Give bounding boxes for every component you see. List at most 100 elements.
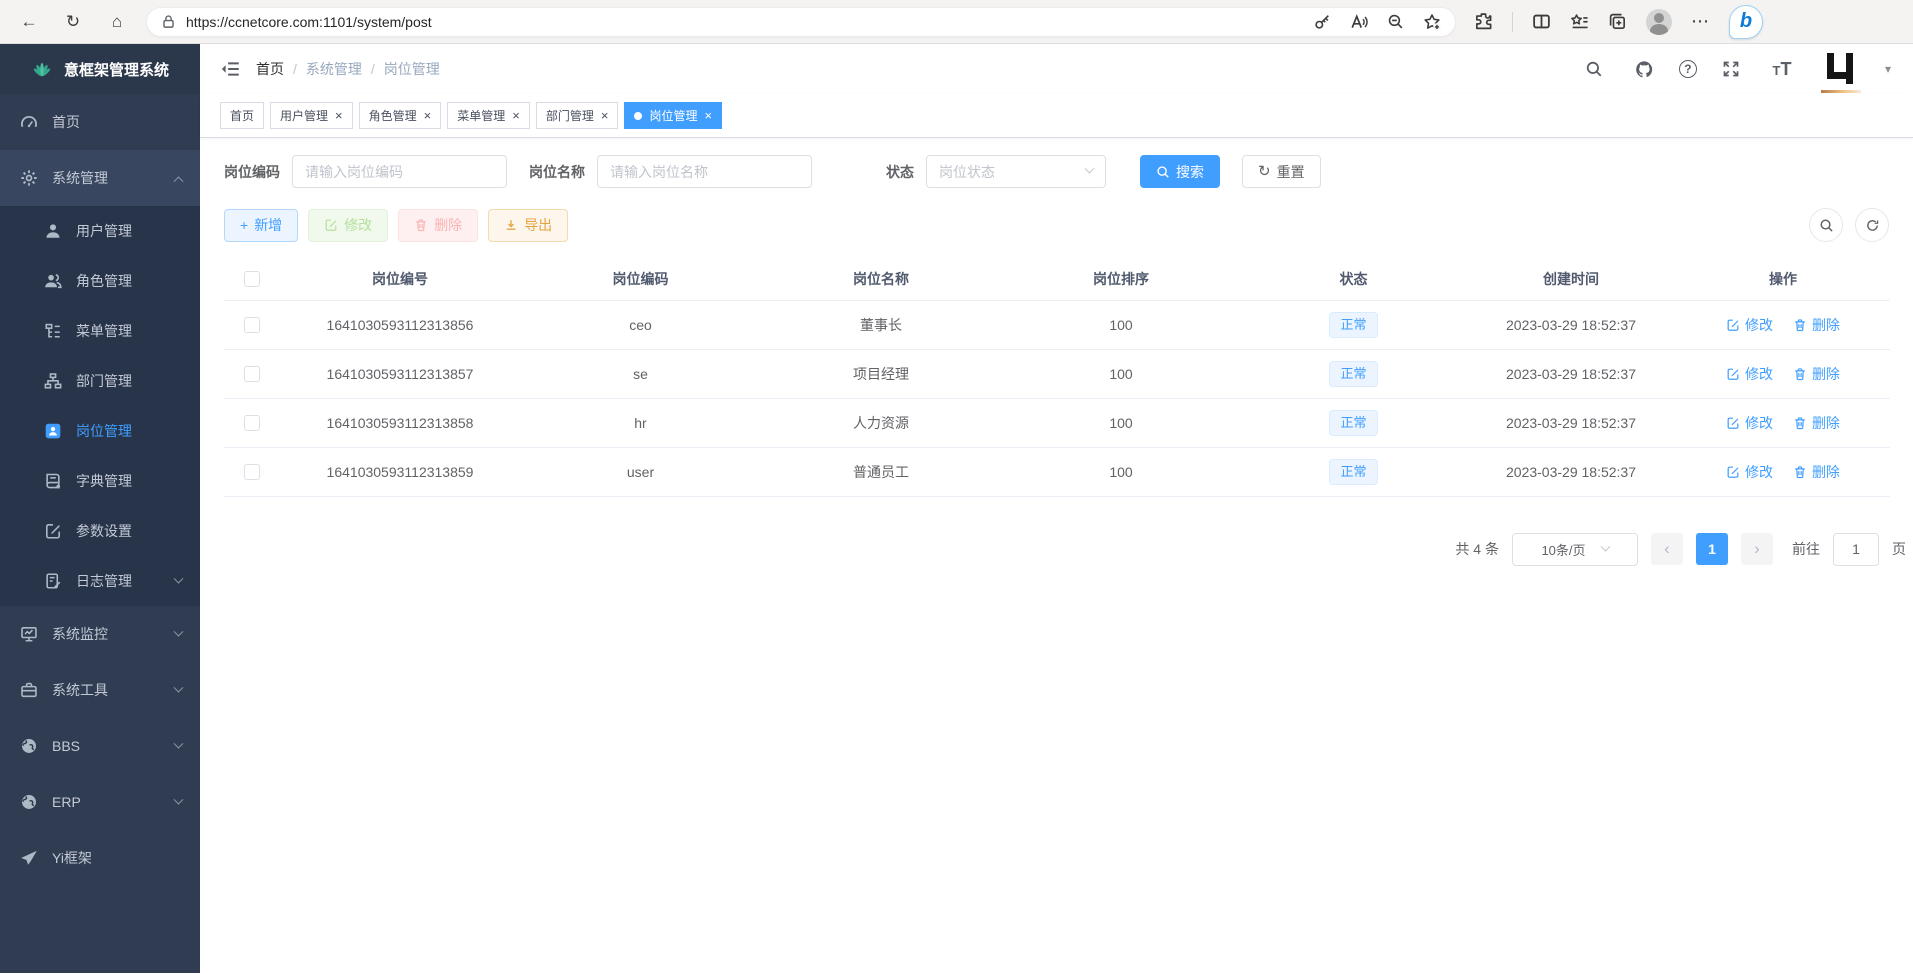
- sidebar-item-system-monitor[interactable]: 系统监控: [0, 606, 200, 662]
- sidebar-item-erp[interactable]: ERP: [0, 774, 200, 830]
- browser-home-button[interactable]: ⌂: [102, 7, 132, 37]
- browser-profile-avatar[interactable]: [1646, 9, 1672, 35]
- tab-user-management[interactable]: 用户管理×: [270, 102, 353, 129]
- tab-post-management[interactable]: 岗位管理×: [624, 102, 722, 129]
- collections-icon[interactable]: [1608, 12, 1627, 31]
- zoom-out-icon[interactable]: [1387, 13, 1404, 30]
- url-text[interactable]: https://ccnetcore.com:1101/system/post: [186, 14, 432, 30]
- row-delete-link[interactable]: 删除: [1793, 315, 1840, 335]
- address-bar[interactable]: https://ccnetcore.com:1101/system/post: [146, 7, 1456, 37]
- sidebar-item-user-management[interactable]: 用户管理: [0, 206, 200, 256]
- post-code-input[interactable]: [292, 155, 507, 188]
- row-edit-link[interactable]: 修改: [1726, 413, 1773, 433]
- status-badge: 正常: [1329, 410, 1377, 436]
- favorites-icon[interactable]: [1570, 12, 1589, 31]
- search-button[interactable]: 搜索: [1140, 155, 1220, 188]
- row-delete-link[interactable]: 删除: [1793, 364, 1840, 384]
- split-screen-icon[interactable]: [1532, 12, 1551, 31]
- tab-dept-management[interactable]: 部门管理×: [536, 102, 619, 129]
- row-checkbox[interactable]: [244, 415, 260, 431]
- column-post-name: 岗位名称: [761, 258, 1001, 300]
- header-fullscreen-button[interactable]: [1714, 52, 1748, 86]
- post-code-label: 岗位编码: [224, 162, 280, 182]
- browser-menu-icon[interactable]: ⋯: [1691, 11, 1710, 32]
- tab-label: 角色管理: [369, 107, 417, 124]
- extensions-icon[interactable]: [1474, 12, 1493, 31]
- export-button[interactable]: 导出: [488, 209, 568, 242]
- toolbar-divider: [1512, 12, 1513, 32]
- row-delete-link[interactable]: 删除: [1793, 413, 1840, 433]
- chevron-down-icon: [1085, 164, 1095, 174]
- page-content: 岗位编码 岗位名称 状态 岗位状态 搜索: [200, 138, 1913, 973]
- header-search-button[interactable]: [1577, 52, 1611, 86]
- password-key-icon[interactable]: [1314, 13, 1331, 30]
- sidebar-item-post-management[interactable]: 岗位管理: [0, 406, 200, 456]
- cell-post-name: 人力资源: [761, 398, 1001, 447]
- sidebar-item-yi-framework[interactable]: Yi框架: [0, 830, 200, 886]
- close-icon[interactable]: ×: [424, 109, 432, 122]
- close-icon[interactable]: ×: [601, 109, 609, 122]
- sidebar-item-param-settings[interactable]: 参数设置: [0, 506, 200, 556]
- goto-page-input[interactable]: [1833, 533, 1879, 566]
- breadcrumb-home[interactable]: 首页: [256, 59, 284, 79]
- cell-post-sort: 100: [1001, 447, 1241, 496]
- row-edit-link[interactable]: 修改: [1726, 315, 1773, 335]
- fullscreen-icon: [1722, 60, 1740, 78]
- sidebar-fold-icon[interactable]: [220, 59, 240, 79]
- edit-icon: [1726, 318, 1740, 332]
- sidebar-item-log-management[interactable]: 日志管理: [0, 556, 200, 606]
- post-name-input[interactable]: [597, 155, 812, 188]
- sidebar-item-dict-management[interactable]: 字典管理: [0, 456, 200, 506]
- tab-role-management[interactable]: 角色管理 ×: [359, 102, 442, 129]
- browser-refresh-button[interactable]: ↻: [58, 7, 88, 37]
- add-favorite-icon[interactable]: [1423, 13, 1441, 31]
- user-avatar[interactable]: [1822, 50, 1860, 88]
- read-aloud-icon[interactable]: [1350, 13, 1368, 31]
- page-size-select[interactable]: 10条/页: [1512, 533, 1638, 566]
- sidebar-item-menu-management[interactable]: 菜单管理: [0, 306, 200, 356]
- sidebar-item-bbs[interactable]: BBS: [0, 718, 200, 774]
- row-checkbox[interactable]: [244, 464, 260, 480]
- reset-button[interactable]: ↻ 重置: [1242, 155, 1321, 188]
- caret-down-icon[interactable]: ▾: [1885, 62, 1891, 76]
- tab-home[interactable]: 首页: [220, 102, 264, 129]
- close-icon[interactable]: ×: [512, 109, 520, 122]
- delete-button[interactable]: 删除: [398, 209, 478, 242]
- header-help-button[interactable]: ?: [1679, 60, 1697, 78]
- row-checkbox[interactable]: [244, 317, 260, 333]
- show-search-toggle-button[interactable]: [1809, 208, 1843, 242]
- add-button[interactable]: + 新增: [224, 209, 298, 242]
- column-operations: 操作: [1676, 258, 1890, 300]
- refresh-table-button[interactable]: [1855, 208, 1889, 242]
- edit-button[interactable]: 修改: [308, 209, 388, 242]
- header-font-size-button[interactable]: TT: [1765, 52, 1799, 86]
- sidebar-item-system-management[interactable]: 系统管理: [0, 150, 200, 206]
- user-icon: [44, 222, 62, 240]
- chevron-down-icon: [174, 573, 184, 583]
- prev-page-button[interactable]: ‹: [1651, 533, 1683, 565]
- trash-icon: [1793, 367, 1807, 381]
- bing-copilot-icon[interactable]: b: [1729, 5, 1763, 39]
- avatar-logo-shape: [1846, 53, 1853, 84]
- header-github-button[interactable]: [1628, 52, 1662, 86]
- status-select[interactable]: 岗位状态: [926, 155, 1106, 188]
- sidebar-item-system-tools[interactable]: 系统工具: [0, 662, 200, 718]
- sidebar-item-dept-management[interactable]: 部门管理: [0, 356, 200, 406]
- close-icon[interactable]: ×: [704, 109, 712, 122]
- next-page-button[interactable]: ›: [1741, 533, 1773, 565]
- chevron-down-icon: [174, 738, 184, 748]
- cell-created-time: 2023-03-29 18:52:37: [1466, 300, 1676, 349]
- sidebar-item-home[interactable]: 首页: [0, 94, 200, 150]
- browser-back-button[interactable]: ←: [14, 7, 44, 37]
- pagination-total: 共 4 条: [1455, 539, 1499, 559]
- row-checkbox[interactable]: [244, 366, 260, 382]
- row-delete-link[interactable]: 删除: [1793, 462, 1840, 482]
- row-edit-link[interactable]: 修改: [1726, 364, 1773, 384]
- sidebar-item-role-management[interactable]: 角色管理: [0, 256, 200, 306]
- row-edit-link[interactable]: 修改: [1726, 462, 1773, 482]
- tab-menu-management[interactable]: 菜单管理×: [447, 102, 530, 129]
- app-logo: 意框架管理系统: [0, 44, 200, 94]
- select-all-checkbox[interactable]: [244, 271, 260, 287]
- close-icon[interactable]: ×: [335, 109, 343, 122]
- page-number-button[interactable]: 1: [1696, 533, 1728, 565]
